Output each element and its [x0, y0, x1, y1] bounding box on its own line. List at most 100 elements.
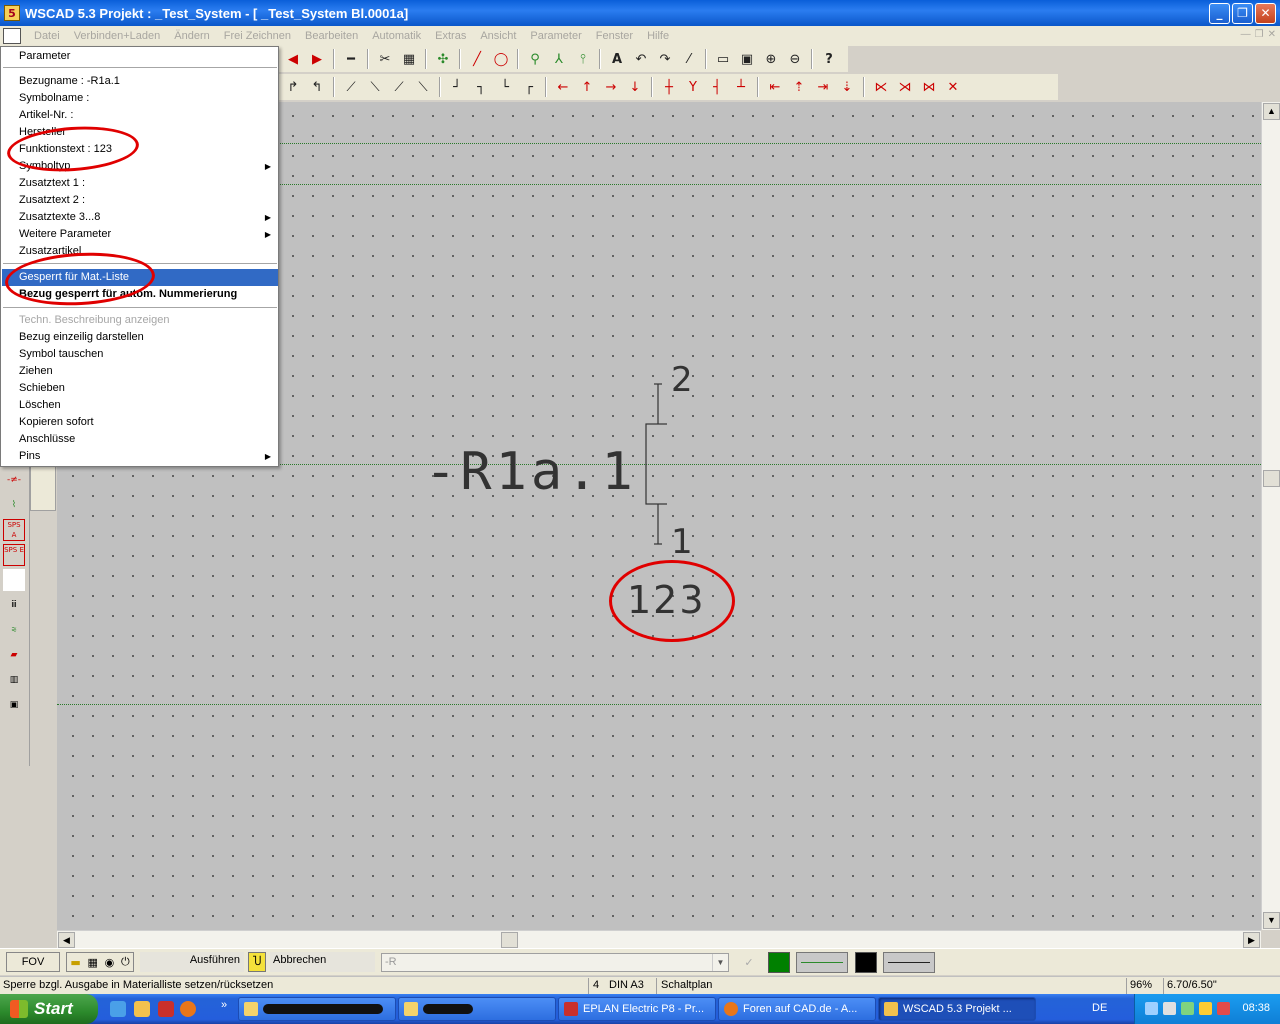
green-wire-icon[interactable]: ⩬ — [3, 619, 25, 641]
tee-2-icon[interactable]: Y — [682, 76, 704, 98]
zoom-window-icon[interactable]: ▣ — [736, 48, 758, 70]
menu-item-schieben[interactable]: Schieben — [2, 380, 278, 397]
green-line-style[interactable] — [796, 952, 848, 973]
wscad-quicklaunch-icon[interactable] — [134, 1001, 150, 1017]
alert-tray-icon[interactable] — [1217, 1002, 1230, 1015]
menu-item-symbolname[interactable]: Symbolname : — [2, 90, 278, 107]
cross-ref-2-icon[interactable]: ⇡ — [788, 76, 810, 98]
arrow-left-icon[interactable]: ← — [552, 76, 574, 98]
menu-item-hersteller[interactable]: Hersteller — [2, 124, 278, 141]
taskbar-item-eplan[interactable]: EPLAN Electric P8 - Pr... — [558, 997, 716, 1021]
menu-item-artikel-nr[interactable]: Artikel-Nr. : — [2, 107, 278, 124]
cut-icon[interactable]: ✂ — [374, 48, 396, 70]
menu-item-ziehen[interactable]: Ziehen — [2, 363, 278, 380]
menu-item-symboltyp[interactable]: Symboltyp ▶ — [2, 158, 278, 175]
scroll-right-icon[interactable]: ▶ — [1243, 932, 1260, 948]
menu-extras[interactable]: Extras — [428, 30, 473, 42]
left-panel-scroller[interactable] — [30, 466, 56, 511]
menu-frei-zeichnen[interactable]: Frei Zeichnen — [217, 30, 298, 42]
fov-button[interactable]: FOV — [6, 952, 60, 972]
volume-tray-icon[interactable] — [1199, 1002, 1212, 1015]
menu-bearbeiten[interactable]: Bearbeiten — [298, 30, 365, 42]
delete-icon[interactable]: ▦ — [398, 48, 420, 70]
comb-icon[interactable]: ⅲ — [3, 594, 25, 616]
redo-icon[interactable]: ↷ — [654, 48, 676, 70]
maximize-button[interactable]: ❐ — [1232, 3, 1253, 24]
function-text-label[interactable]: 123 — [627, 578, 706, 622]
grid-icon[interactable]: ▦ — [87, 956, 97, 969]
firefox-quicklaunch-icon[interactable] — [180, 1001, 196, 1017]
menu-automatik[interactable]: Automatik — [365, 30, 428, 42]
terminal-icon[interactable]: ⫯ — [572, 48, 594, 70]
vertical-scroll-thumb[interactable] — [1263, 470, 1280, 487]
wire-diag-1-icon[interactable]: ⟋ — [340, 76, 362, 98]
taskbar-item-wscad[interactable]: WSCAD 5.3 Projekt ... — [878, 997, 1036, 1021]
menu-item-zusatztext-1[interactable]: Zusatztext 1 : — [2, 175, 278, 192]
lightning-icon[interactable]: Ⴎ — [248, 952, 266, 972]
cross-ref-3-icon[interactable]: ⇥ — [812, 76, 834, 98]
black-line-style[interactable] — [883, 952, 935, 973]
arrow-up-icon[interactable]: ↑ — [576, 76, 598, 98]
mdi-minimize-icon[interactable]: — — [1241, 29, 1251, 40]
jumper-2-icon[interactable]: ⋊ — [894, 76, 916, 98]
eplan-quicklaunch-icon[interactable] — [158, 1001, 174, 1017]
menu-item-bezug-einzeilig[interactable]: Bezug einzeilig darstellen — [2, 329, 278, 346]
wire-diag-2-icon[interactable]: ⟍ — [364, 76, 386, 98]
network-tray-icon[interactable] — [1145, 1002, 1158, 1015]
snap-icon[interactable]: ◉ — [105, 956, 115, 969]
tee-4-icon[interactable]: ┴ — [730, 76, 752, 98]
sps-a-icon[interactable]: SPS A — [3, 519, 25, 541]
box-icon[interactable]: ▣ — [3, 694, 25, 716]
menu-item-zusatztext-2[interactable]: Zusatztext 2 : — [2, 192, 278, 209]
undo-icon[interactable]: ↶ — [630, 48, 652, 70]
menu-item-bezugname[interactable]: Bezugname : -R1a.1 — [2, 73, 278, 90]
arrow-right-icon[interactable]: → — [600, 76, 622, 98]
wire-bend-2-icon[interactable]: ↰ — [306, 76, 328, 98]
jumper-1-icon[interactable]: ⋉ — [870, 76, 892, 98]
red-bar-icon[interactable]: ▰ — [3, 644, 25, 666]
ellipse-icon[interactable]: ◯ — [490, 48, 512, 70]
tee-3-icon[interactable]: ┤ — [706, 76, 728, 98]
language-indicator[interactable]: DE — [1092, 1002, 1107, 1014]
menu-item-anschluesse[interactable]: Anschlüsse — [2, 431, 278, 448]
cabinet-icon[interactable]: ▥ — [3, 669, 25, 691]
cross-ref-1-icon[interactable]: ⇤ — [764, 76, 786, 98]
jumper-4-icon[interactable]: ✕ — [942, 76, 964, 98]
potential-icon[interactable]: ⚲ — [524, 48, 546, 70]
abort-button[interactable]: Abbrechen — [270, 952, 375, 972]
prev-page-icon[interactable]: ◀ — [282, 48, 304, 70]
menu-ansicht[interactable]: Ansicht — [473, 30, 523, 42]
tee-1-icon[interactable]: ┼ — [658, 76, 680, 98]
wscad-app-icon[interactable]: 5 — [4, 5, 20, 21]
mdi-close-icon[interactable]: ✕ — [1268, 29, 1276, 40]
close-button[interactable]: ✕ — [1255, 3, 1276, 24]
menu-item-zusatzartikel[interactable]: Zusatzartikel — [2, 243, 278, 260]
execute-button[interactable]: Ausführen — [140, 952, 244, 972]
menu-item-funktionstext[interactable]: Funktionstext : 123 — [2, 141, 278, 158]
corner-1-icon[interactable]: ┘ — [446, 76, 468, 98]
menu-hilfe[interactable]: Hilfe — [640, 30, 676, 42]
wire-bend-1-icon[interactable]: ↱ — [282, 76, 304, 98]
scroll-left-icon[interactable]: ◀ — [58, 932, 75, 948]
command-input[interactable]: -R ▼ — [381, 953, 729, 972]
draw-line-icon[interactable]: ╱ — [466, 48, 488, 70]
plug-icon[interactable]: ⏻ — [121, 955, 130, 969]
next-page-icon[interactable]: ▶ — [306, 48, 328, 70]
corner-4-icon[interactable]: ┌ — [518, 76, 540, 98]
contact-symbol-icon[interactable]: ⌇ — [3, 494, 25, 516]
horizontal-scrollbar[interactable]: ◀ ▶ — [57, 930, 1261, 948]
menu-item-symbol-tauschen[interactable]: Symbol tauschen — [2, 346, 278, 363]
printer-tray-icon[interactable] — [1163, 1002, 1176, 1015]
horizontal-scroll-thumb[interactable] — [501, 932, 518, 948]
taskbar-item-firefox[interactable]: Foren auf CAD.de - A... — [718, 997, 876, 1021]
blank-tool-icon[interactable] — [3, 569, 25, 591]
taskbar-item-folder-1[interactable] — [238, 997, 396, 1021]
folder-icon[interactable]: ▬ — [70, 956, 80, 969]
document-icon[interactable] — [3, 28, 21, 44]
menu-item-bezug-gesperrt-nummerierung[interactable]: Bezug gesperrt für autom. Nummerierung — [2, 286, 278, 303]
menu-item-zusatztexte-3-8[interactable]: Zusatztexte 3...8 ▶ — [2, 209, 278, 226]
menu-item-loeschen[interactable]: Löschen — [2, 397, 278, 414]
component-reference-label[interactable]: -R1a.1 — [425, 442, 637, 502]
mdi-restore-icon[interactable]: ❐ — [1255, 29, 1264, 40]
resistor-symbol[interactable] — [637, 380, 667, 550]
